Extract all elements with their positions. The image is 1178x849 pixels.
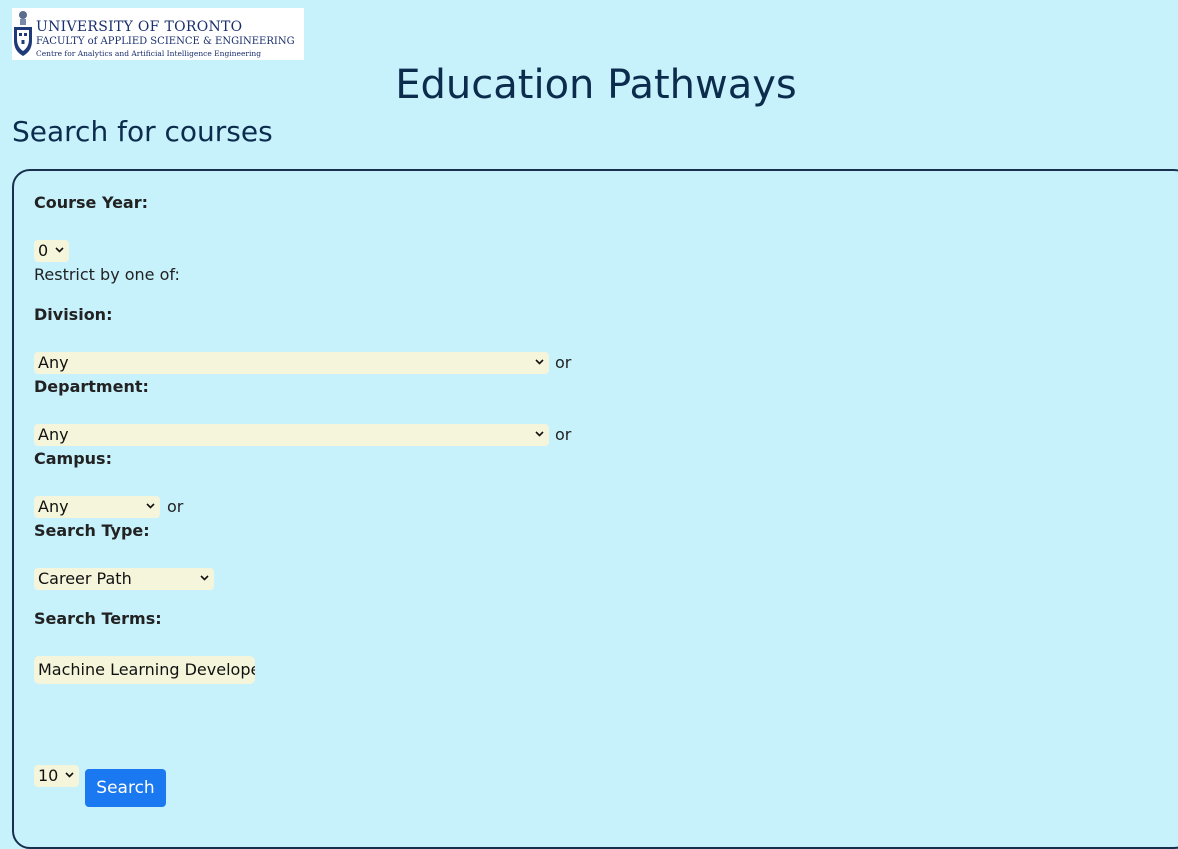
chevron-down-icon [200,575,209,581]
results-count-value: 10 [38,766,59,785]
campus-value: Any [38,497,69,516]
results-count-select[interactable]: 10 [34,765,79,787]
course-year-select[interactable]: 0 [34,240,69,262]
restrict-text: Restrict by one of: [34,265,180,284]
course-year-label: Course Year: [34,193,149,212]
department-select[interactable]: Any [34,424,549,446]
search-terms-input[interactable]: Machine Learning Develope [34,656,255,684]
search-terms-value: Machine Learning Develope [38,660,255,679]
division-or-text: or [555,353,572,372]
section-title: Search for courses [12,115,273,148]
chevron-down-icon [535,359,544,365]
logo-line-university: UNIVERSITY OF TORONTO [36,19,243,35]
course-year-value: 0 [38,241,49,260]
campus-or-text: or [167,497,184,516]
search-type-label: Search Type: [34,521,150,540]
department-or-text: or [555,425,572,444]
division-value: Any [38,353,69,372]
logo-line-centre: Centre for Analytics and Artificial Inte… [36,49,262,58]
search-button[interactable]: Search [85,769,166,807]
campus-select[interactable]: Any [34,496,160,518]
department-value: Any [38,425,69,444]
division-select[interactable]: Any [34,352,549,374]
search-terms-label: Search Terms: [34,609,162,628]
chevron-down-icon [55,247,64,253]
university-logo: UNIVERSITY OF TORONTO FACULTY of APPLIED… [12,8,304,60]
search-type-value: Career Path [38,569,132,588]
search-type-select[interactable]: Career Path [34,568,214,590]
page-title: Education Pathways [395,62,797,108]
logo-line-faculty: FACULTY of APPLIED SCIENCE & ENGINEERING [36,36,295,47]
chevron-down-icon [65,772,74,778]
chevron-down-icon [535,431,544,437]
campus-label: Campus: [34,449,112,468]
chevron-down-icon [146,503,155,509]
crest-icon [14,11,32,56]
department-label: Department: [34,377,149,396]
division-label: Division: [34,305,113,324]
search-form-panel [12,169,1178,849]
